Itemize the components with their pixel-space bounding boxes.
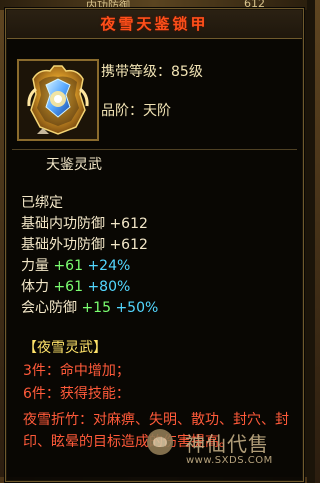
stat-bonus: +50% (115, 300, 159, 316)
stat-base-external-defense: 基础外功防御 +612 (21, 236, 148, 254)
watermark-url: www.SXDS.COM (186, 455, 273, 466)
stat-stamina: 体力 +61 +80% (21, 278, 130, 296)
stat-value: +61 (53, 258, 83, 274)
set-three-piece-bonus: 3件：命中增加； (23, 363, 130, 379)
right-frame-glow (315, 0, 320, 483)
set-title: 【夜雪灵武】 (23, 340, 107, 356)
stat-value: +612 (109, 216, 148, 232)
section-divider (12, 149, 297, 150)
watermark-site-name: 神仙代售 (185, 432, 269, 456)
item-grade: 品阶：天阶 (101, 103, 171, 119)
item-tooltip: 夜雪天鉴锁甲 携带等级：85级 品阶：天阶 天鉴灵武 已绑定 基础内功防御 +6… (5, 8, 304, 482)
carry-level: 携带等级：85级 (101, 64, 203, 80)
item-title: 夜雪天鉴锁甲 (100, 15, 209, 33)
stat-label: 基础外功防御 (21, 237, 105, 253)
stat-critical-defense: 会心防御 +15 +50% (21, 299, 158, 317)
stat-label: 体力 (21, 279, 49, 295)
stat-label: 力量 (21, 258, 49, 274)
item-icon-frame[interactable] (17, 59, 99, 141)
stat-bonus: +24% (87, 258, 131, 274)
tooltip-title-bar: 夜雪天鉴锁甲 (7, 10, 302, 39)
armor-chest-icon (19, 61, 97, 139)
stat-label: 会心防御 (21, 300, 77, 316)
stat-strength: 力量 +61 +24% (21, 257, 130, 275)
stat-bonus: +80% (87, 279, 131, 295)
set-six-piece-bonus: 6件：获得技能： (23, 386, 130, 402)
bind-status: 已绑定 (21, 195, 63, 211)
spirit-section-title: 天鉴灵武 (46, 157, 102, 173)
stat-base-internal-defense: 基础内功防御 +612 (21, 215, 148, 233)
stat-value: +61 (53, 279, 83, 295)
stat-value: +612 (109, 237, 148, 253)
stat-label: 基础内功防御 (21, 216, 105, 232)
stat-value: +15 (81, 300, 111, 316)
cat-logo-icon (147, 429, 173, 455)
